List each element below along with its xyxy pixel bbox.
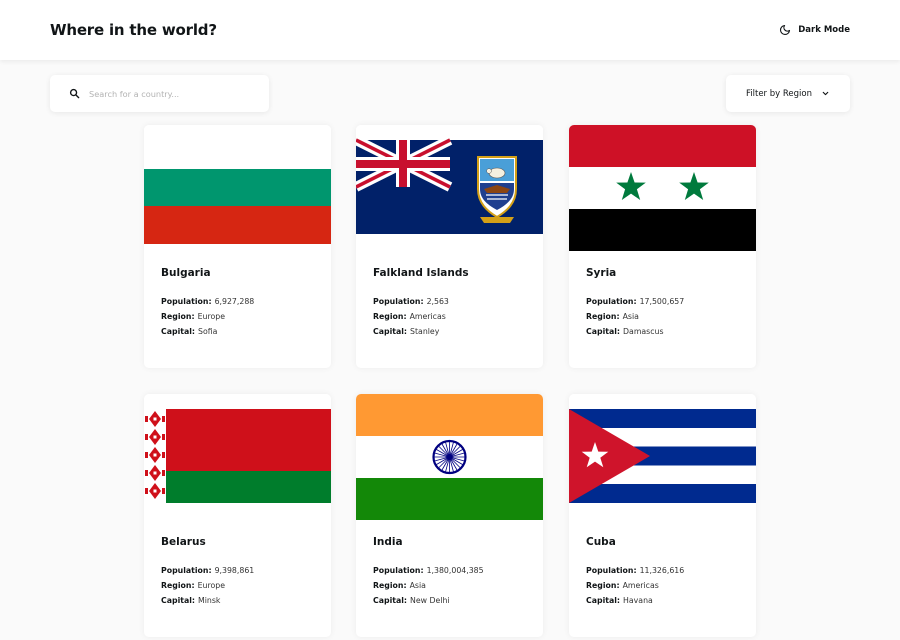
app-header: Where in the world? Dark Mode — [0, 0, 900, 60]
flag-syria — [569, 125, 756, 251]
dark-mode-toggle[interactable]: Dark Mode — [779, 24, 850, 36]
country-card-belarus[interactable]: Belarus Population: 9,398,861 Region: Euro… — [144, 394, 331, 637]
population-value: 2,563 — [426, 297, 449, 306]
population-row: Population: 6,927,288 — [161, 297, 255, 306]
country-name: Bulgaria — [161, 267, 211, 279]
country-card-syria[interactable]: Syria Population: 17,500,657 Region: Asia … — [569, 125, 756, 368]
population-row: Population: 9,398,861 — [161, 566, 255, 575]
capital-row: Capital: Stanley — [373, 327, 440, 336]
region-value: Americas — [622, 581, 659, 590]
capital-row: Capital: Havana — [586, 596, 653, 605]
flag-bulgaria — [144, 125, 331, 251]
capital-value: Havana — [623, 596, 653, 605]
population-row: Population: 1,380,004,385 — [373, 566, 484, 575]
search-box[interactable] — [50, 75, 269, 112]
region-row: Region: Americas — [373, 312, 446, 321]
region-row: Region: Americas — [586, 581, 659, 590]
capital-row: Capital: Sofia — [161, 327, 218, 336]
flag-india — [356, 394, 543, 520]
filter-label: Filter by Region — [746, 88, 812, 99]
population-value: 11,326,616 — [639, 566, 685, 575]
dark-mode-label: Dark Mode — [798, 25, 850, 35]
capital-value: Sofia — [198, 327, 218, 336]
chevron-down-icon — [822, 91, 829, 96]
capital-row: Capital: Minsk — [161, 596, 221, 605]
region-filter-dropdown[interactable]: Filter by Region — [726, 75, 850, 112]
region-value: Asia — [622, 312, 639, 321]
country-card-india[interactable]: India Population: 1,380,004,385 Region: As… — [356, 394, 543, 637]
capital-row: Capital: Damascus — [586, 327, 664, 336]
population-value: 17,500,657 — [639, 297, 685, 306]
population-value: 1,380,004,385 — [426, 566, 484, 575]
region-row: Region: Europe — [161, 312, 225, 321]
country-card-bulgaria[interactable]: Bulgaria Population: 6,927,288 Region: Eur… — [144, 125, 331, 368]
country-name: Syria — [586, 267, 617, 279]
country-card-falkland-islands[interactable]: Falkland Islands Population: 2,563 Region… — [356, 125, 543, 368]
moon-icon — [780, 24, 791, 36]
region-row: Region: Asia — [586, 312, 639, 321]
flag-falkland-islands — [356, 125, 543, 251]
capital-value: Damascus — [623, 327, 664, 336]
country-name: Cuba — [586, 536, 616, 548]
population-row: Population: 17,500,657 — [586, 297, 685, 306]
capital-value: Minsk — [198, 596, 221, 605]
flag-belarus — [144, 394, 331, 520]
population-row: Population: 2,563 — [373, 297, 449, 306]
population-row: Population: 11,326,616 — [586, 566, 685, 575]
page-title: Where in the world? — [50, 21, 217, 39]
country-card-cuba[interactable]: Cuba Population: 11,326,616 Region: Americ… — [569, 394, 756, 637]
capital-value: Stanley — [410, 327, 440, 336]
country-name: Belarus — [161, 536, 206, 548]
region-value: Europe — [197, 581, 225, 590]
region-value: Americas — [409, 312, 446, 321]
population-value: 9,398,861 — [214, 566, 255, 575]
capital-value: New Delhi — [410, 596, 450, 605]
search-input[interactable] — [89, 88, 249, 99]
region-value: Asia — [409, 581, 426, 590]
flag-cuba — [569, 394, 756, 520]
country-name: India — [373, 536, 403, 548]
search-icon — [69, 88, 80, 99]
region-row: Region: Europe — [161, 581, 225, 590]
population-value: 6,927,288 — [214, 297, 255, 306]
region-value: Europe — [197, 312, 225, 321]
capital-row: Capital: New Delhi — [373, 596, 450, 605]
region-row: Region: Asia — [373, 581, 426, 590]
country-name: Falkland Islands — [373, 267, 469, 279]
